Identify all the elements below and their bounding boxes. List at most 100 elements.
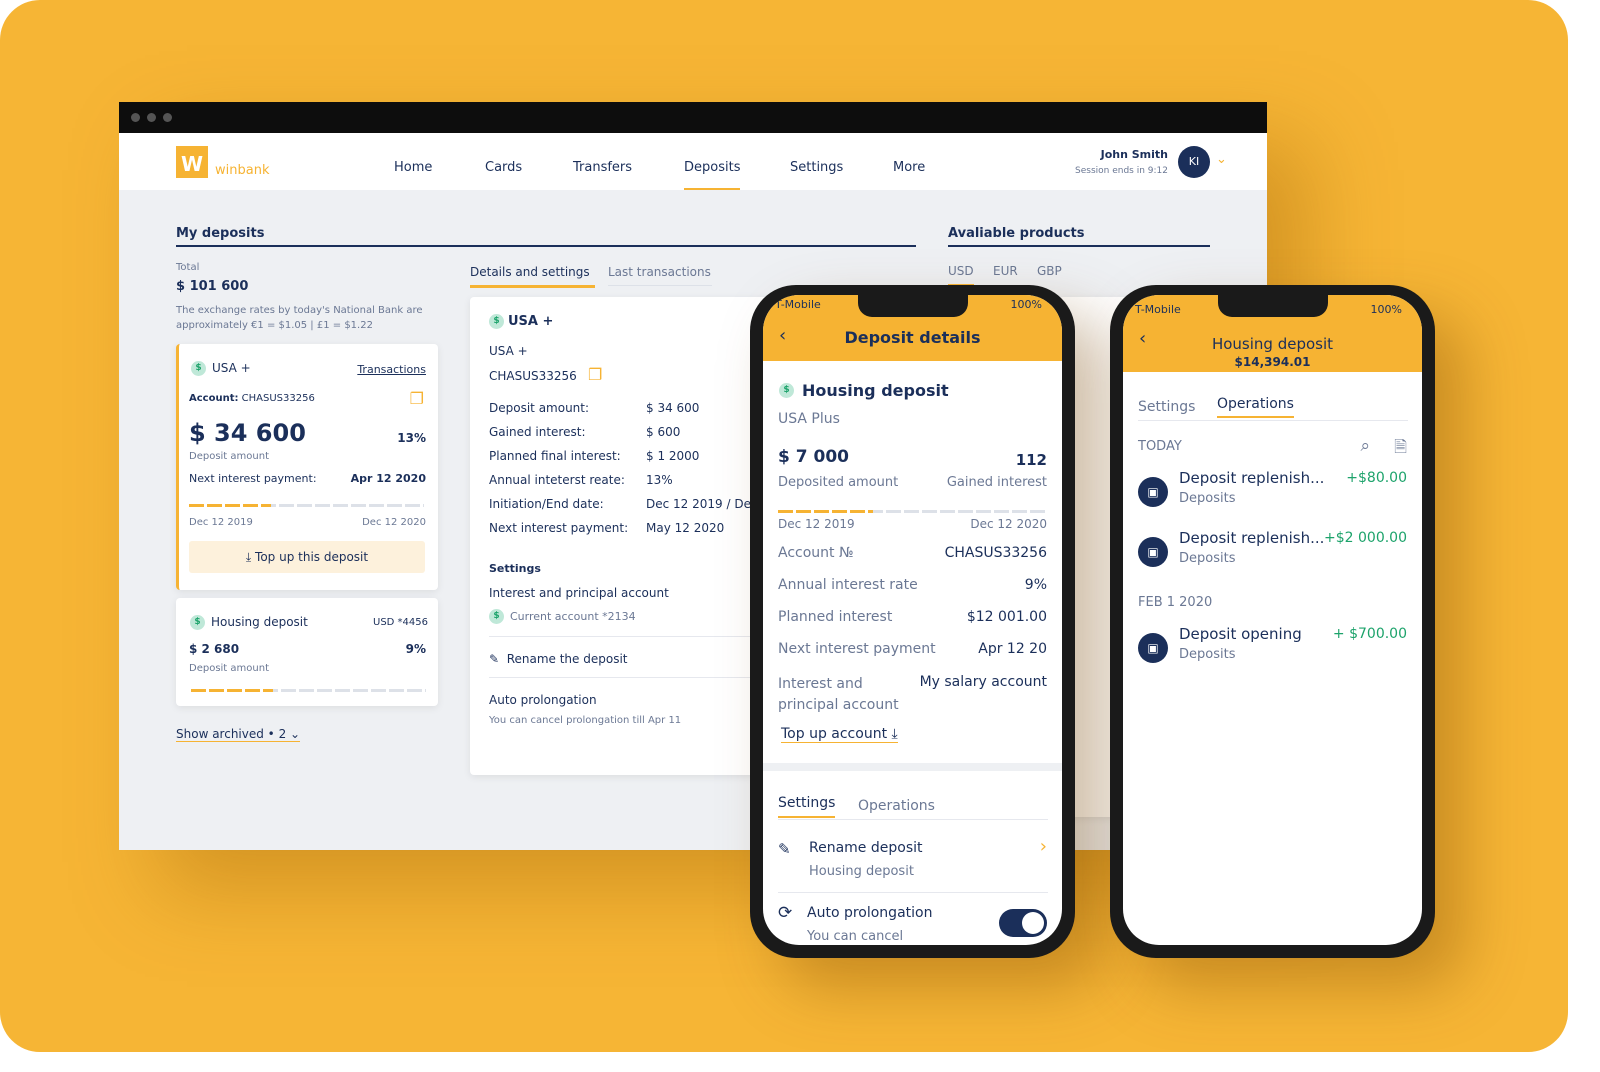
end-date: Dec 12 2020	[970, 517, 1047, 531]
phone-screen: T-Mobile 100% ‹ Housing deposit $14,394.…	[1123, 295, 1422, 945]
session-timer: Session ends in 9:12	[1075, 166, 1168, 176]
operation-item[interactable]: ▣ Deposit replenish... Deposits +$2 000.…	[1123, 529, 1422, 579]
detail-value: $ 1 2000	[646, 449, 700, 463]
next-payment-label: Next interest payment:	[189, 472, 317, 485]
battery: 100%	[1010, 298, 1042, 311]
dollar-icon: $	[779, 383, 794, 398]
tab-operations[interactable]: Operations	[858, 798, 935, 814]
avatar[interactable]: KI	[1178, 146, 1210, 178]
divider	[778, 819, 1048, 820]
pencil-icon: ✎	[489, 652, 500, 666]
nav-settings[interactable]: Settings	[790, 160, 843, 175]
brand-name: winbank	[215, 163, 270, 178]
phone-screen: T-Mobile 100% ‹ Deposit details $ Housin…	[763, 295, 1062, 945]
auto-prolongation-toggle[interactable]	[999, 909, 1047, 937]
document-icon[interactable]: 🗎	[1394, 436, 1407, 463]
account-setting-label: Interest and principal account	[489, 586, 669, 600]
copy-icon[interactable]: ❐	[410, 389, 424, 408]
user-name: John Smith	[1100, 148, 1168, 161]
operation-item[interactable]: ▣ Deposit opening Deposits + $700.00	[1123, 625, 1422, 675]
operation-title: Deposit opening	[1179, 625, 1302, 643]
currency-tab-gbp[interactable]: GBP	[1037, 264, 1062, 278]
next-payment-date: Apr 12 2020	[350, 472, 426, 485]
deposit-amount: $ 2 680	[189, 642, 240, 656]
date-group: FEB 1 2020	[1138, 595, 1213, 610]
deposit-card-usa[interactable]: $ USA + Transactions Account: CHASUS3325…	[176, 344, 438, 590]
detail-label: Gained interest:	[489, 425, 586, 439]
detail-label: Planned final interest:	[489, 449, 621, 463]
amount-label: Deposited amount	[778, 475, 899, 490]
gained-interest: 112	[1015, 451, 1047, 469]
copy-icon[interactable]: ❐	[588, 365, 602, 384]
tab-settings[interactable]: Settings	[778, 795, 836, 818]
nav-cards[interactable]: Cards	[485, 160, 522, 175]
battery: 100%	[1370, 303, 1402, 316]
nav-more[interactable]: More	[893, 160, 925, 175]
operation-amount: + $700.00	[1332, 626, 1407, 642]
window-dot[interactable]	[131, 113, 140, 122]
rates-note: The exchange rates by today's National B…	[176, 305, 423, 331]
row-label: Next interest payment	[778, 641, 936, 657]
current-account[interactable]: Current account *2134	[510, 610, 636, 623]
operation-item[interactable]: ▣ Deposit replenish... Deposits +$80.00	[1123, 469, 1422, 519]
detail-label: Annual inteterst reate:	[489, 473, 625, 487]
amount-label: Deposit amount	[189, 451, 269, 462]
rename-label: Rename the deposit	[506, 652, 628, 666]
tab-last-transactions[interactable]: Last transactions	[608, 265, 712, 286]
operation-amount: +$2 000.00	[1324, 530, 1407, 546]
auto-prolongation-label: Auto prolongation	[807, 905, 933, 921]
balance: $14,394.01	[1234, 355, 1311, 369]
top-up-button[interactable]: ⤓ Top up this deposit	[189, 541, 425, 573]
divider	[948, 245, 1210, 247]
nav-transfers[interactable]: Transfers	[573, 160, 632, 175]
nav-deposits[interactable]: Deposits	[684, 160, 741, 190]
account-number: CHASUS33256	[241, 393, 315, 404]
row-value: $12 001.00	[966, 609, 1047, 625]
pencil-icon: ✎	[778, 840, 791, 858]
nav-home[interactable]: Home	[394, 160, 432, 175]
currency-tab-usd[interactable]: USD	[948, 264, 974, 287]
phone-operations: T-Mobile 100% ‹ Housing deposit $14,394.…	[1110, 285, 1435, 958]
row-label: Annual interest rate	[778, 577, 918, 593]
tab-details[interactable]: Details and settings	[470, 265, 595, 288]
detail-value: Dec 12 2019 / Dec	[646, 497, 758, 511]
auto-sub: You can cancel	[807, 929, 904, 944]
pa-label: Interest and principal account	[778, 676, 899, 713]
auto-prolongation-note: You can cancel prolongation till Apr 11	[489, 715, 682, 726]
amount-label: Deposit amount	[189, 663, 269, 674]
operation-amount: +$80.00	[1346, 470, 1407, 486]
chevron-right-icon[interactable]: ›	[1040, 836, 1047, 857]
start-date: Dec 12 2019	[189, 517, 253, 528]
search-icon[interactable]: ⌕	[1360, 436, 1370, 456]
rename-button[interactable]: ✎ Rename the deposit	[489, 652, 628, 666]
tab-operations[interactable]: Operations	[1217, 396, 1294, 418]
settings-heading: Settings	[489, 562, 541, 575]
browser-window: W winbank Home Cards Transfers Deposits …	[119, 102, 1267, 850]
download-icon: ⤓	[891, 726, 898, 742]
total-label: Total	[176, 262, 200, 273]
tab-settings[interactable]: Settings	[1138, 399, 1195, 415]
divider	[176, 245, 916, 247]
rename-sub: Housing deposit	[809, 864, 914, 879]
rename-button[interactable]: Rename deposit	[809, 840, 923, 856]
operation-title: Deposit replenish...	[1179, 469, 1325, 487]
total-value: $ 101 600	[176, 279, 249, 294]
download-icon: ⤓	[245, 550, 252, 564]
deposit-card-housing[interactable]: $ Housing deposit USD *4456 $ 2 680 9% D…	[176, 598, 438, 706]
top-up-label: Top up this deposit	[255, 550, 369, 564]
notch	[1218, 295, 1328, 317]
pa-value[interactable]: My salary account	[920, 674, 1047, 690]
window-dot[interactable]	[147, 113, 156, 122]
top-up-link[interactable]: Top up account ⤓	[781, 726, 898, 743]
row-value: 9%	[1024, 577, 1047, 593]
window-dot[interactable]	[163, 113, 172, 122]
auto-prolongation-label: Auto prolongation	[489, 693, 597, 707]
transactions-link[interactable]: Transactions	[357, 363, 426, 376]
show-archived-label: Show archived • 2	[176, 727, 287, 741]
wallet-icon: ▣	[1138, 633, 1168, 663]
currency-tab-eur[interactable]: EUR	[993, 264, 1018, 278]
show-archived-link[interactable]: Show archived • 2 ⌄	[176, 727, 301, 742]
chevron-down-icon[interactable]: ⌄	[1216, 152, 1227, 167]
logo: W	[176, 146, 208, 178]
operation-category: Deposits	[1179, 551, 1236, 566]
